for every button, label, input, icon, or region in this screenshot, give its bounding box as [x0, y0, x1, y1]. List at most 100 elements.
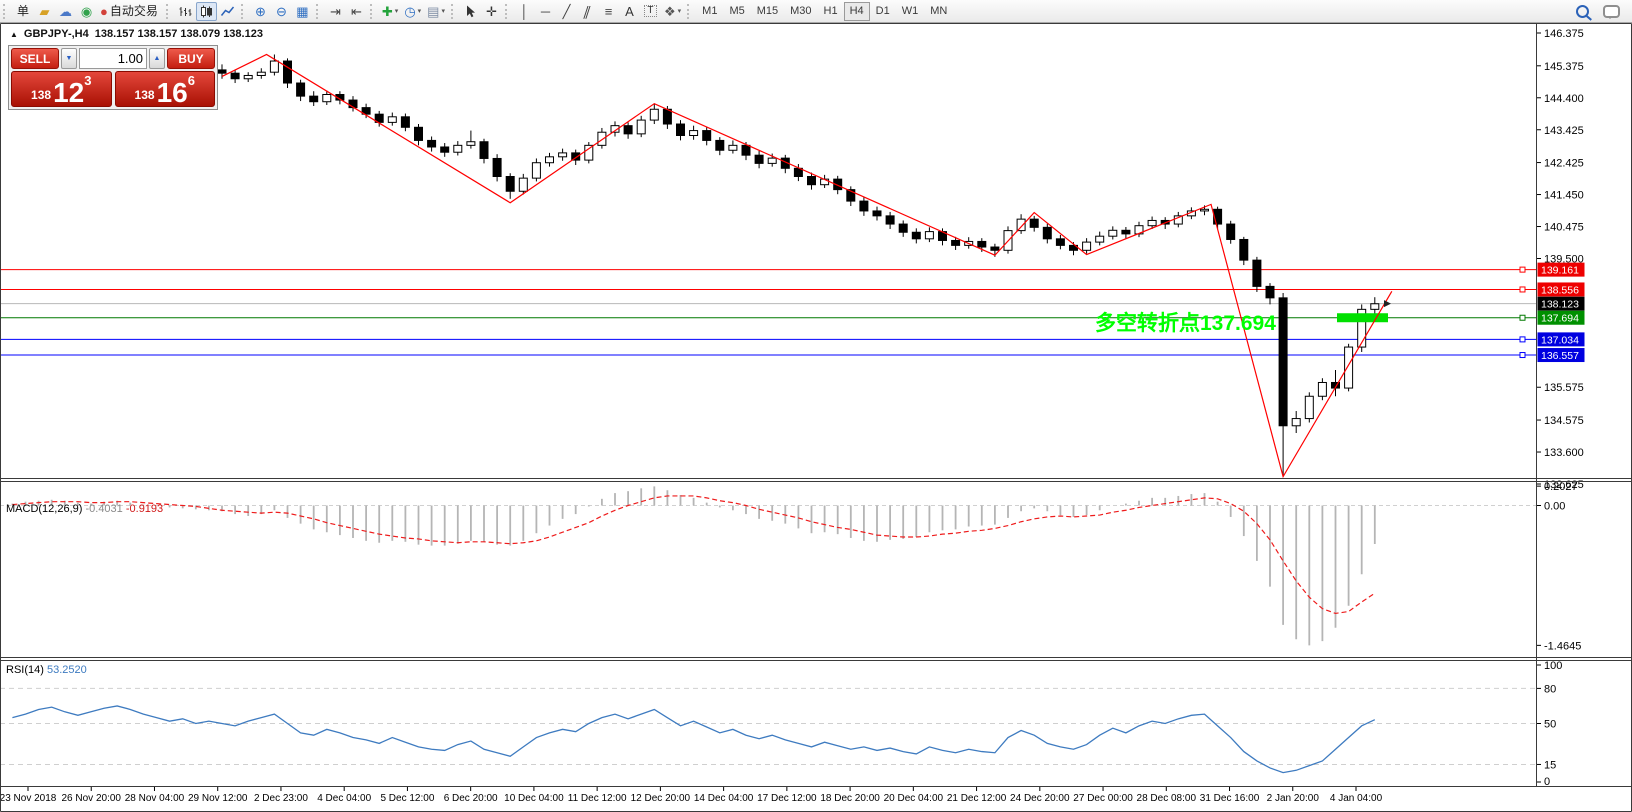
templates-icon[interactable]: ▤ ▾	[424, 2, 448, 21]
ask-prefix: 138	[134, 88, 155, 102]
arrows-icon: ❖	[663, 3, 676, 19]
date-tick-label: 31 Dec 16:00	[1200, 793, 1260, 804]
date-tick-label: 17 Dec 12:00	[757, 793, 817, 804]
main-pane: 多空转折点137.694	[0, 53, 1536, 479]
money-icon[interactable]: ▰	[34, 2, 55, 21]
volume-input[interactable]	[79, 48, 147, 69]
current-price-marker	[1384, 300, 1391, 308]
autotrade-icon: ●	[100, 3, 108, 19]
timeframe-d1[interactable]: D1	[870, 2, 896, 21]
y-axis-tick-label: 145.375	[1544, 61, 1584, 73]
ask-price-tile[interactable]: 138 16 6	[114, 71, 215, 107]
chart-shift-icon[interactable]: ⇤	[346, 2, 367, 21]
trendline-icon: ╱	[562, 3, 571, 19]
line-handle[interactable]	[1519, 314, 1526, 321]
toolbar-grip	[450, 3, 455, 19]
text-icon[interactable]: A	[619, 2, 640, 21]
periods-icon[interactable]: ◷ ▾	[401, 2, 424, 21]
rsi-axis-label: 80	[1544, 683, 1556, 695]
text-icon: A	[625, 3, 634, 19]
label-icon[interactable]: T	[640, 2, 661, 21]
y-axis-tick-label: 140.475	[1544, 222, 1584, 234]
rsi-axis-label: 100	[1544, 660, 1562, 672]
timeframe-m5[interactable]: M5	[723, 2, 750, 21]
volume-decrease-button[interactable]: ▼	[61, 48, 77, 69]
autotrade-icon[interactable]: ● 自动交易	[97, 2, 163, 21]
new-order-icon[interactable]: 单	[12, 2, 34, 21]
tile-windows-icon[interactable]: ▦	[292, 2, 313, 21]
tile-windows-icon: ▦	[296, 3, 309, 19]
timeframe-m30[interactable]: M30	[784, 2, 817, 21]
candlestick-icon[interactable]	[195, 1, 217, 21]
toolbar-right-icons	[1576, 4, 1632, 19]
toolbar-grip	[240, 3, 245, 19]
y-axis-tick-label: 133.600	[1544, 447, 1584, 459]
symbol-timeframe-label: GBPJPY-,H4	[23, 28, 89, 40]
search-icon[interactable]	[1576, 4, 1589, 18]
chat-icon[interactable]	[1603, 4, 1620, 19]
bid-price-tile[interactable]: 138 12 3	[11, 71, 112, 107]
highlight-bar[interactable]	[1337, 313, 1388, 323]
timeframe-m15[interactable]: M15	[751, 2, 784, 21]
price-label-text: 137.694	[1541, 313, 1579, 325]
cursor-icon[interactable]	[460, 2, 481, 21]
hline-icon[interactable]: ─	[535, 2, 556, 21]
chart-window[interactable]: 多空转折点137.694 MACD(12,26,9) -0.4031 -0.919…	[0, 23, 1632, 812]
crosshair-icon[interactable]: ✛	[481, 2, 502, 21]
date-tick-label: 27 Dec 00:00	[1073, 793, 1133, 804]
chevron-down-icon: ▾	[394, 7, 399, 15]
chart-frame	[0, 23, 1632, 812]
date-tick-label: 5 Dec 12:00	[380, 793, 434, 804]
chart-canvas[interactable]: 多空转折点137.694 MACD(12,26,9) -0.4031 -0.919…	[0, 23, 1632, 812]
trendline-icon[interactable]: ╱	[556, 2, 577, 21]
chart-title-overlay: ▲ GBPJPY-,H4 138.157 138.157 138.079 138…	[10, 28, 263, 40]
price-label-text: 139.161	[1541, 265, 1579, 277]
y-axis-tick-label: 144.400	[1544, 93, 1584, 105]
bar-chart-icon[interactable]	[175, 2, 196, 21]
date-tick-label: 10 Dec 04:00	[504, 793, 564, 804]
timeframe-m1[interactable]: M1	[696, 2, 723, 21]
price-axis[interactable]: 146.375 145.375 144.400 143.425 142.425 141.4…	[1536, 28, 1585, 788]
fibonacci-icon[interactable]: ≡	[598, 2, 619, 21]
line-handle[interactable]	[1519, 352, 1526, 359]
date-tick-label: 2 Jan 20:00	[1267, 793, 1320, 804]
line-chart-icon[interactable]	[217, 2, 238, 21]
indicators-icon: ✚	[381, 3, 393, 19]
macd-axis-label: -1.4645	[1544, 640, 1581, 652]
macd-pane: MACD(12,26,9) -0.4031 -0.9193	[0, 486, 1536, 646]
buy-button[interactable]: BUY	[167, 48, 215, 69]
date-axis[interactable]: 23 Nov 2018 26 Nov 20:00 28 Nov 04:00 29 No…	[0, 786, 1383, 805]
zoom-in-icon[interactable]: ⊕	[250, 2, 271, 21]
zigzag-line	[221, 53, 1393, 479]
arrows-icon[interactable]: ❖ ▾	[661, 2, 684, 21]
vline-icon[interactable]: │	[514, 2, 535, 21]
timeframe-w1[interactable]: W1	[896, 2, 925, 21]
macd-axis-label: 0.2027	[1544, 481, 1578, 493]
date-tick-label: 11 Dec 12:00	[568, 793, 627, 804]
date-tick-label: 14 Dec 04:00	[694, 793, 754, 804]
timeframe-mn[interactable]: MN	[924, 2, 953, 21]
line-handle[interactable]	[1519, 336, 1526, 343]
chart-annotation-text[interactable]: 多空转折点137.694	[1095, 311, 1276, 335]
channel-icon: ∥	[581, 3, 594, 19]
signals-icon[interactable]: ◉	[76, 2, 97, 21]
y-axis-tick-label: 134.575	[1544, 415, 1584, 427]
indicators-icon[interactable]: ✚ ▾	[379, 2, 401, 21]
volume-increase-button[interactable]: ▲	[149, 48, 165, 69]
timeframe-h1[interactable]: H1	[818, 2, 844, 21]
community-icon[interactable]: ☁	[55, 2, 76, 21]
sell-button[interactable]: SELL	[11, 48, 59, 69]
y-axis-tick-label: 146.375	[1544, 28, 1584, 40]
mt4-window: 单 ▰ ☁ ◉ ● 自动交易 ⊕ ⊖ ▦ ⇥ ⇤ ✚ ▾ ◷ ▾ ▤ ▾ ✛ │ ─ ╱ ∥ ≡ A T ❖ ▾ M1 M5 M15 M30…	[0, 0, 1632, 812]
toolbar-grip	[504, 3, 509, 19]
auto-scroll-icon[interactable]: ⇥	[325, 2, 346, 21]
line-handle[interactable]	[1519, 266, 1526, 273]
date-tick-label: 2 Dec 23:00	[254, 793, 308, 804]
date-tick-label: 20 Dec 04:00	[884, 793, 944, 804]
timeframe-h4[interactable]: H4	[843, 1, 870, 21]
channel-icon[interactable]: ∥	[577, 2, 598, 21]
zoom-out-icon[interactable]: ⊖	[271, 2, 292, 21]
price-label-text: 136.557	[1541, 350, 1579, 362]
line-handle[interactable]	[1519, 286, 1526, 293]
expand-arrow-icon[interactable]: ▲	[10, 30, 18, 39]
